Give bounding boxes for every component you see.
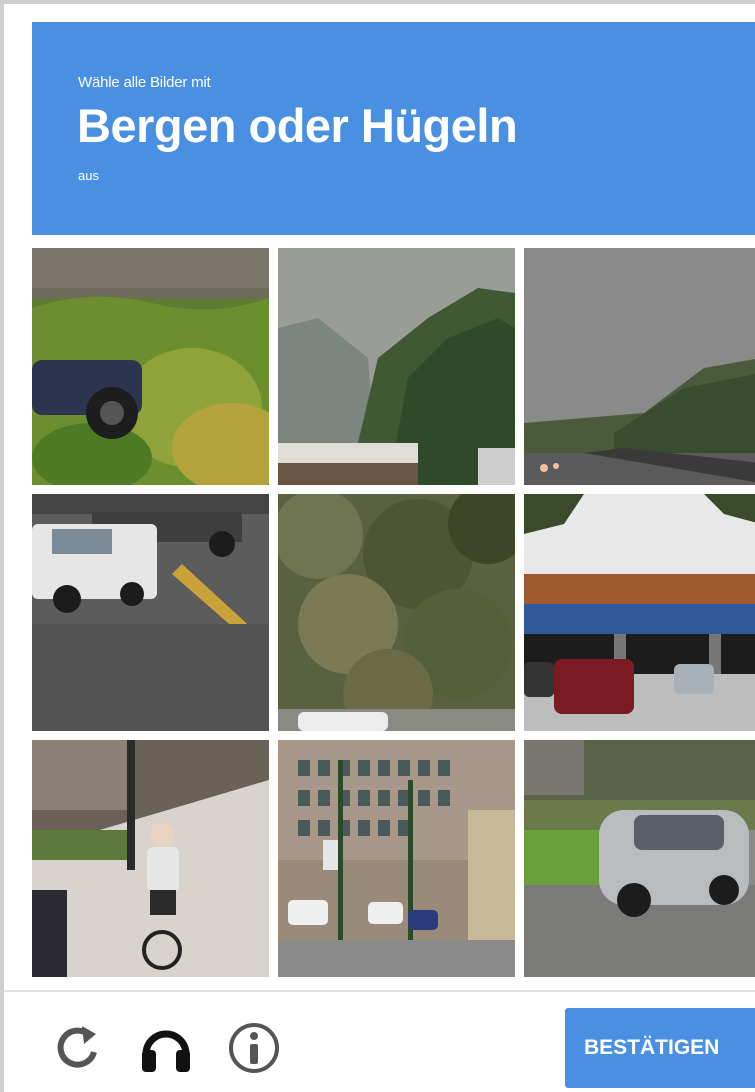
challenge-header: Wähle alle Bilder mit Bergen oder Hügeln…: [32, 22, 755, 235]
tile-bridge-underpass[interactable]: [524, 494, 755, 731]
instruction-text: Wähle alle Bilder mit: [78, 74, 211, 91]
footer-divider: [4, 990, 755, 992]
tile-hillside-vegetation[interactable]: [278, 494, 515, 731]
reload-icon[interactable]: [50, 1020, 106, 1076]
tile-car-in-grass[interactable]: [32, 248, 269, 485]
tile-cyclist[interactable]: [32, 740, 269, 977]
tile-silver-car[interactable]: [524, 740, 755, 977]
tile-foggy-mountain[interactable]: [278, 248, 515, 485]
info-icon[interactable]: [226, 1020, 282, 1076]
headphones-icon[interactable]: [138, 1020, 194, 1076]
tile-highway-hills[interactable]: [524, 248, 755, 485]
verify-button[interactable]: BESTÄTIGEN: [565, 1008, 755, 1088]
challenge-target: Bergen oder Hügeln: [77, 99, 518, 152]
tile-building-street[interactable]: [278, 740, 515, 977]
tile-pickup-truck[interactable]: [32, 494, 269, 731]
instruction-suffix: aus: [78, 168, 99, 183]
